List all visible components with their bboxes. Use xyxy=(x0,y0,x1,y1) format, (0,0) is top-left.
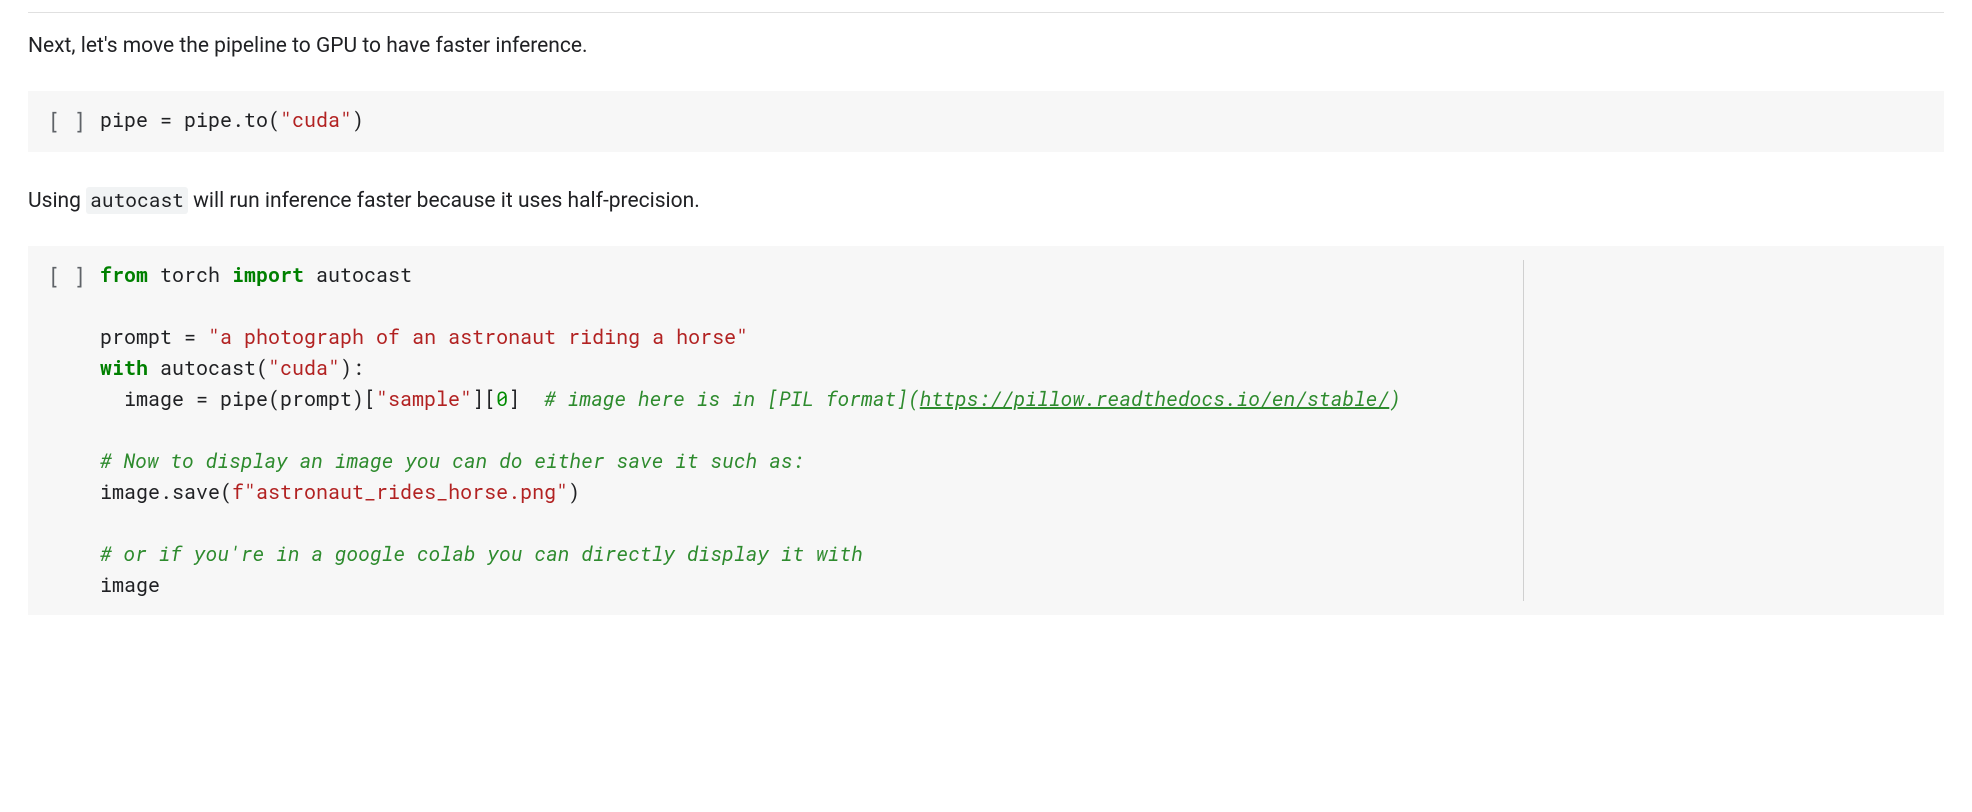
text: will run inference faster because it use… xyxy=(188,189,700,213)
code-keyword: import xyxy=(232,262,304,288)
minimap-divider xyxy=(1523,260,1524,601)
comment-text: ) xyxy=(1389,386,1401,412)
code-keyword: from xyxy=(100,262,148,288)
code-token: ] xyxy=(508,386,544,412)
code-comment: # image here is in [PIL format](https://… xyxy=(544,386,1401,412)
code-token: ][ xyxy=(472,386,496,412)
comment-link[interactable]: https://pillow.readthedocs.io/en/stable/ xyxy=(920,386,1390,412)
comment-text: # image here is in [PIL format]( xyxy=(544,386,920,412)
code-token: ) xyxy=(568,479,580,505)
code-keyword: with xyxy=(100,355,148,381)
divider xyxy=(28,12,1944,13)
code-token: ): xyxy=(340,355,364,381)
code-string: "cuda" xyxy=(280,107,352,133)
code-comment: # or if you're in a google colab you can… xyxy=(100,541,875,567)
code-cell-pipe-to-cuda[interactable]: [ ] pipe = pipe.to("cuda") xyxy=(28,91,1944,152)
code-token: torch xyxy=(148,262,232,288)
text: Next, let's move the pipeline to GPU to … xyxy=(28,34,588,58)
code-token: image xyxy=(100,572,160,598)
code-string: "a photograph of an astronaut riding a h… xyxy=(208,324,748,350)
code-string: "sample" xyxy=(376,386,472,412)
code-token: prompt = xyxy=(100,324,208,350)
execution-indicator[interactable]: [ ] xyxy=(28,260,100,293)
text-cell-gpu-intro: Next, let's move the pipeline to GPU to … xyxy=(28,31,1944,61)
execution-indicator[interactable]: [ ] xyxy=(28,105,100,138)
code-editor[interactable]: pipe = pipe.to("cuda") xyxy=(100,105,1944,136)
code-cell-autocast-sample[interactable]: [ ] from torch import autocast prompt = … xyxy=(28,246,1944,615)
code-token: ) xyxy=(352,107,364,133)
code-string: "cuda" xyxy=(268,355,340,381)
code-token: autocast( xyxy=(148,355,268,381)
code-string: f"astronaut_rides_horse.png" xyxy=(232,479,568,505)
inline-code: autocast xyxy=(86,187,188,214)
text-cell-autocast: Using autocast will run inference faster… xyxy=(28,186,1944,216)
code-number: 0 xyxy=(496,386,508,412)
code-token: autocast xyxy=(304,262,412,288)
text: Using xyxy=(28,189,86,213)
code-token: image.save( xyxy=(100,479,232,505)
code-token: image = pipe(prompt)[ xyxy=(100,386,376,412)
code-token: pipe = pipe.to( xyxy=(100,107,280,133)
code-editor[interactable]: from torch import autocast prompt = "a p… xyxy=(100,260,1944,601)
code-comment: # Now to display an image you can do eit… xyxy=(100,448,804,474)
